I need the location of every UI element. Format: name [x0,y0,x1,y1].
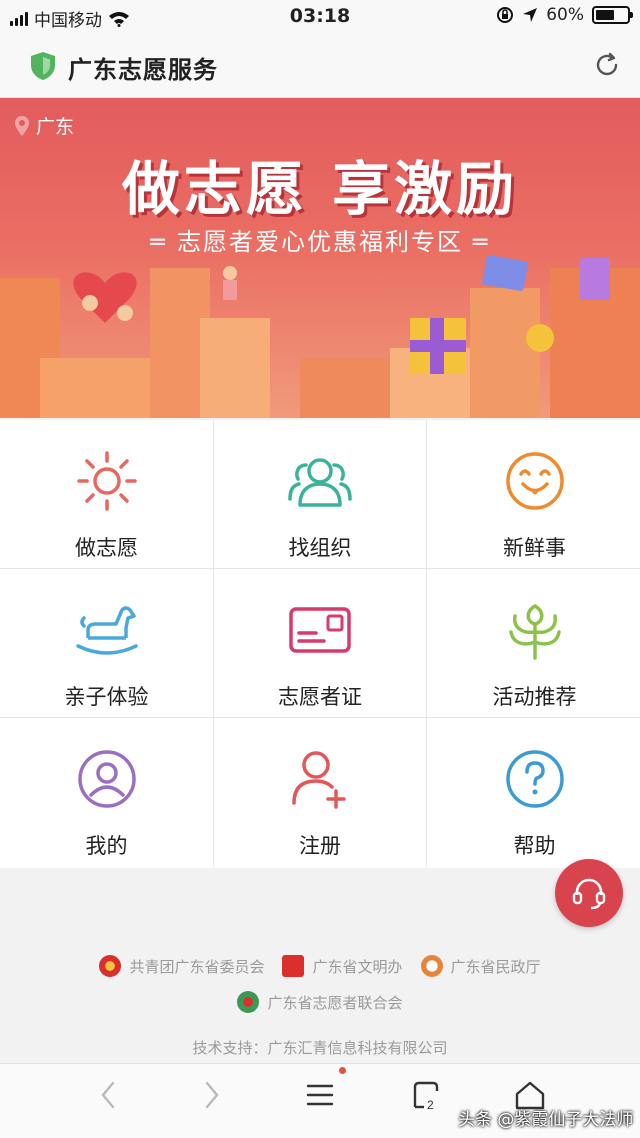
grid-item-label: 亲子体验 [64,685,149,709]
back-icon[interactable] [98,1080,118,1110]
grid-item-register[interactable]: 注册 [214,718,426,868]
grid-item-label: 注册 [299,834,341,858]
shield-icon [31,52,55,80]
menu-icon[interactable] [306,1080,334,1110]
grid-item-label: 志愿者证 [278,685,362,709]
tabs-icon[interactable]: 2 [410,1080,442,1112]
svg-text:2: 2 [427,1098,434,1112]
rocking-horse-icon [72,595,142,665]
user-circle-icon [72,744,142,814]
grid-item-label: 帮助 [513,834,556,858]
grid-item-label: 新鲜事 [503,536,566,560]
smiley-icon [500,446,570,516]
sun-icon [72,446,142,516]
customer-service-button[interactable] [555,859,623,927]
grid-item-find-org[interactable]: 找组织 [214,420,426,568]
banner-subtitle: 志愿者爱心优惠福利专区 [0,222,640,257]
headset-icon [572,878,606,910]
volunteer-federation-logo-icon [237,991,260,1013]
sponsor-civil-affairs[interactable]: 广东省民政厅 [420,955,541,977]
sponsor-youth-league[interactable]: 共青团广东省委员会 [99,955,264,977]
app-header: 广东志愿服务 [0,34,640,98]
grid-item-volunteer-card[interactable]: 志愿者证 [214,569,426,717]
grid-item-label: 我的 [85,834,128,858]
civil-affairs-logo-icon [420,955,443,977]
question-icon [500,744,570,814]
add-user-icon [285,744,355,814]
group-icon [285,446,355,516]
orientation-lock-icon [497,7,514,23]
sponsor-volunteer-federation[interactable]: 广东省志愿者联合会 [237,991,403,1013]
status-bar: 中国移动 03:18 60% [0,0,640,34]
grid-item-label: 找组织 [288,536,352,560]
youth-league-logo-icon [99,955,122,977]
grid-item-activities[interactable]: 活动推荐 [427,569,640,717]
grid-item-volunteer[interactable]: 做志愿 [0,420,213,568]
location-label: 广东 [36,116,75,138]
tech-support-text: 技术支持：广东汇青信息科技有限公司 [192,1039,448,1057]
sponsor-civilization-office[interactable]: 广东省文明办 [282,955,403,977]
tree-icon [500,595,570,665]
grid-item-help[interactable]: 帮助 [427,718,640,868]
grid-item-label: 做志愿 [75,536,138,560]
grid-item-mine[interactable]: 我的 [0,718,213,868]
refresh-icon[interactable] [592,50,622,80]
grid-item-news[interactable]: 新鲜事 [427,420,640,568]
sponsor-list: 共青团广东省委员会 广东省文明办 广东省民政厅 广东省志愿者联合会 [0,955,640,1027]
battery-icon [592,6,633,24]
watermark-text: 头条 @紫霞仙子大法师 [458,1110,634,1130]
battery-percent: 60% [546,5,584,25]
banner-headline: 做志愿 享激励 [121,155,519,223]
location-arrow-icon [523,8,538,22]
notification-dot [339,1067,346,1074]
location-pin-icon [15,115,29,136]
page-title: 广东志愿服务 [68,56,218,84]
grid-item-label: 活动推荐 [492,685,577,709]
id-card-icon [285,595,355,665]
grid-item-parent-child[interactable]: 亲子体验 [0,569,213,717]
promo-banner[interactable]: 广东 做志愿 享激励 志愿者爱心优惠福利专区 [0,98,640,418]
feature-grid: 做志愿 找组织 新鲜事 亲子体验 志愿者证 活动推荐 我的 注册 帮助 [0,420,640,868]
civilization-office-logo-icon [282,955,305,977]
forward-icon[interactable] [202,1080,222,1110]
